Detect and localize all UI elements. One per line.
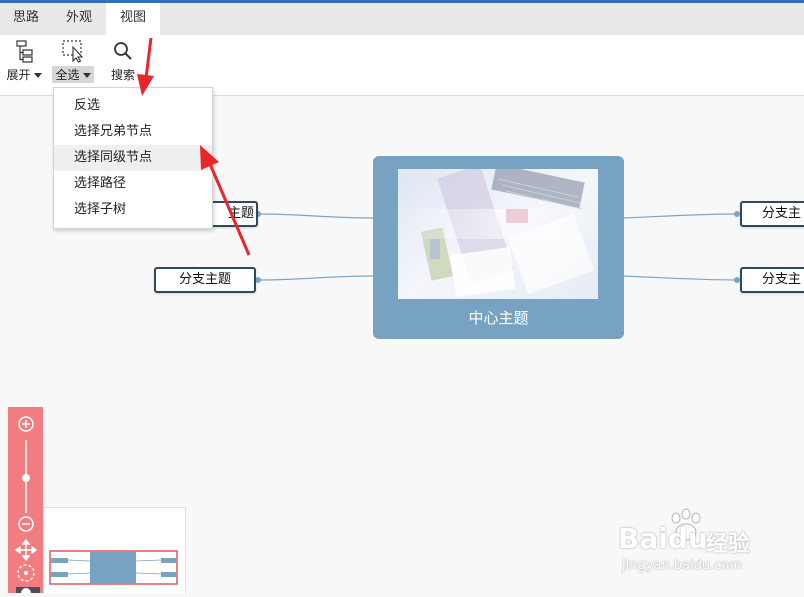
watermark-brand: Baidu: [618, 522, 708, 555]
annotation-arrows: [137, 37, 251, 256]
red-arrow-icon: [200, 145, 251, 256]
watermark-brand-suffix: 经验: [706, 532, 751, 557]
watermark-url: jingyan.baidu.com: [622, 558, 742, 573]
red-arrow-icon: [137, 37, 154, 96]
baidu-jingyan-watermark: Baidu 经验 jingyan.baidu.com: [614, 508, 764, 580]
